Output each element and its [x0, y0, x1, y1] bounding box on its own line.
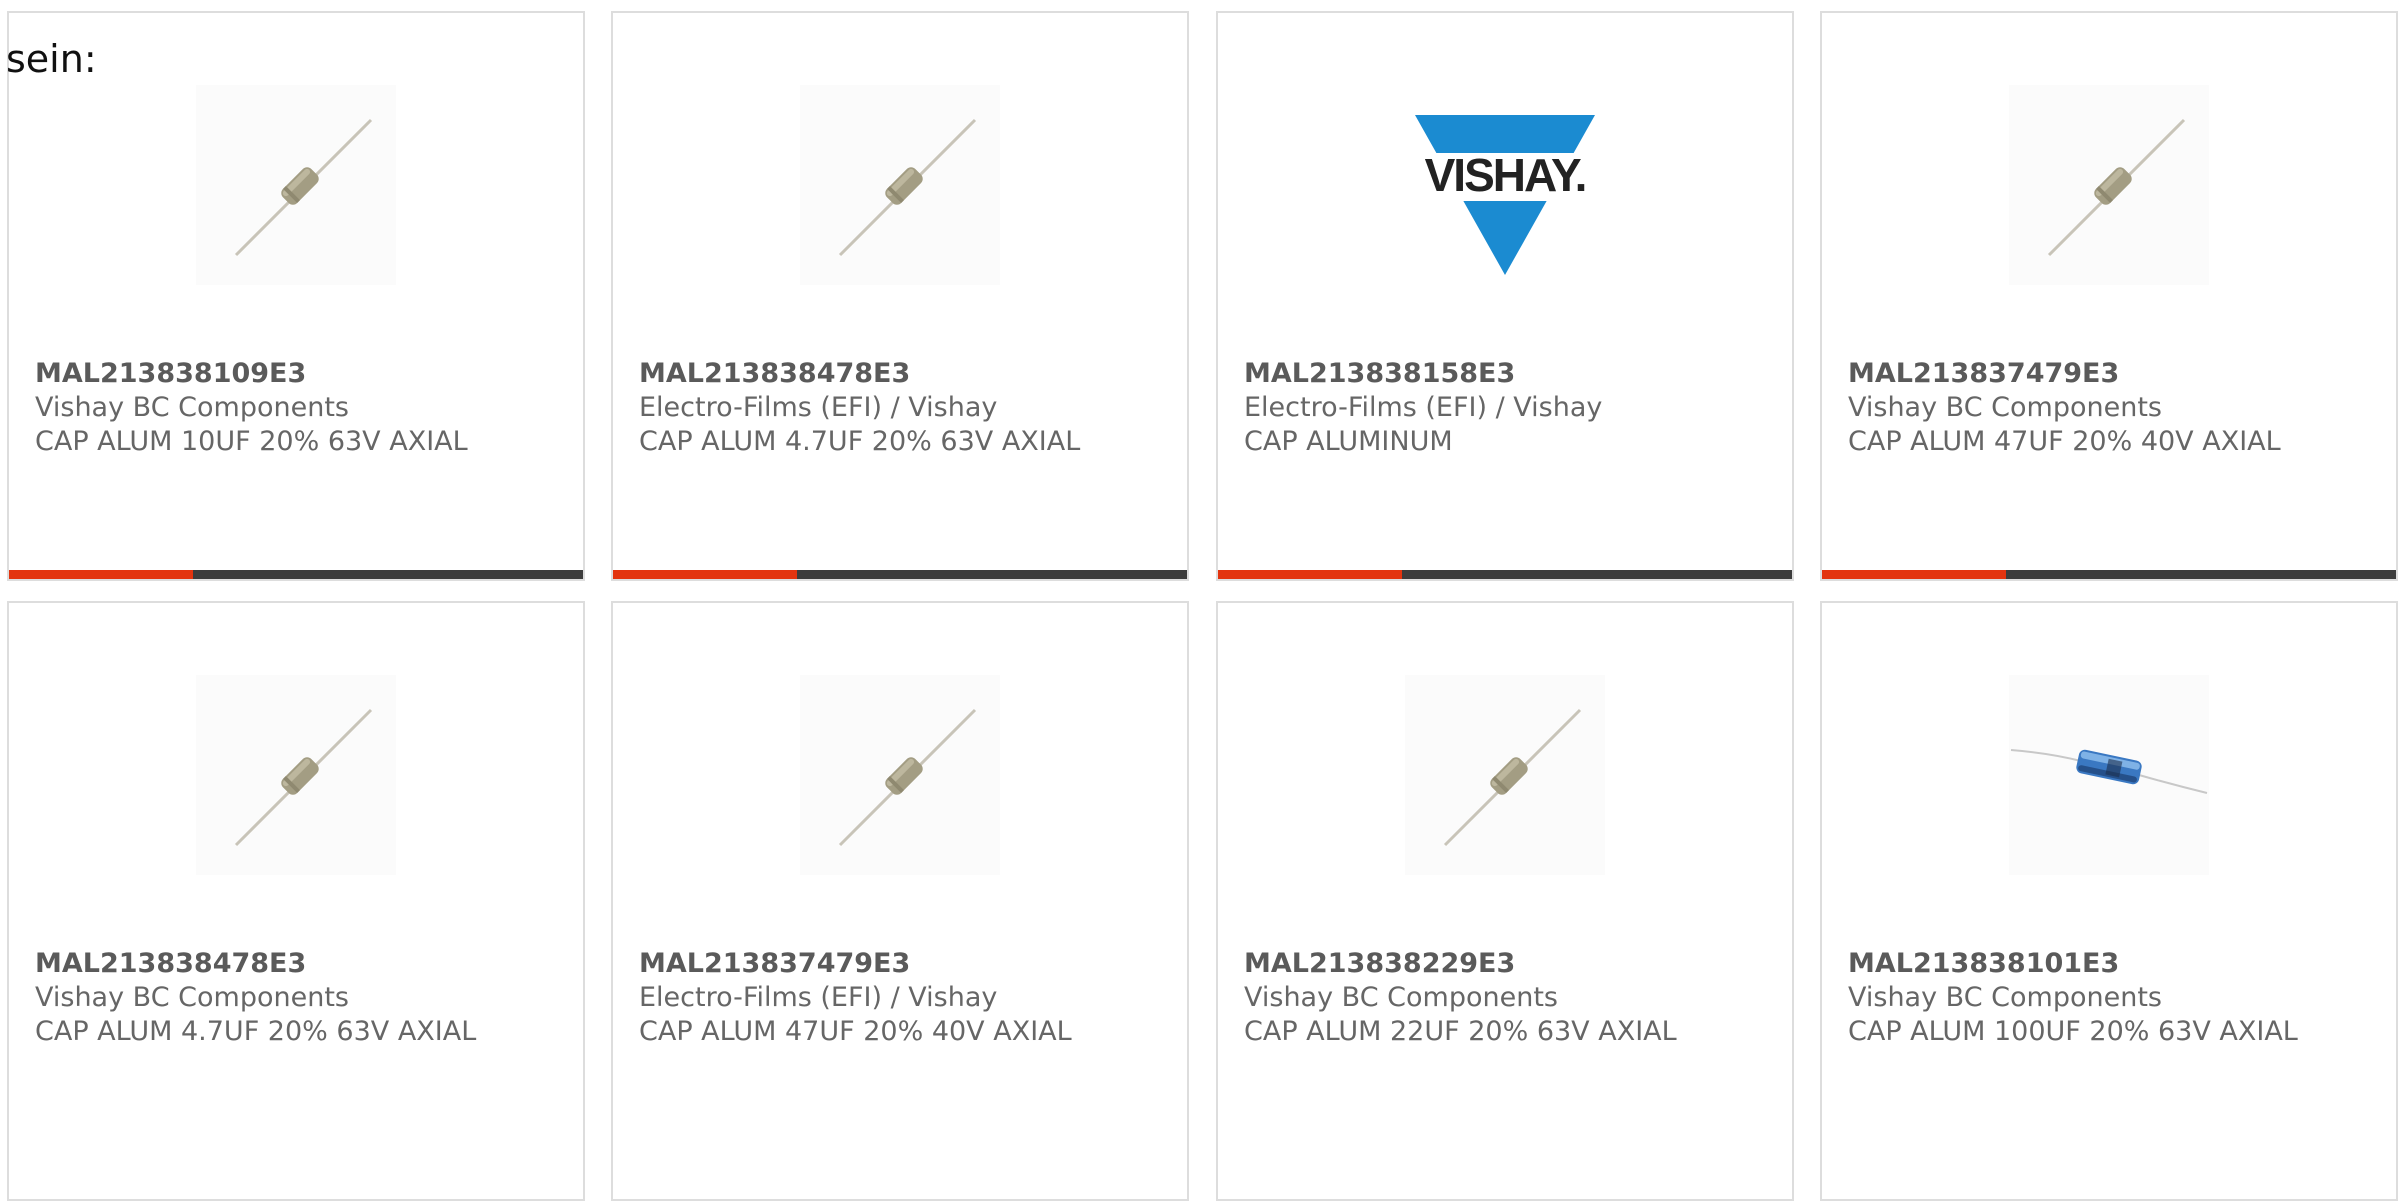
- description: CAP ALUM 100UF 20% 63V AXIAL: [1848, 1016, 2298, 1047]
- description: CAP ALUM 4.7UF 20% 63V AXIAL: [35, 1016, 477, 1047]
- part-number[interactable]: MAL213838478E3: [639, 357, 1167, 391]
- manufacturer: Electro-Films (EFI) / Vishay: [639, 392, 998, 423]
- vishay-logo: VISHAY.: [1405, 93, 1605, 293]
- part-number[interactable]: MAL213838478E3: [35, 947, 563, 981]
- part-number[interactable]: MAL213838101E3: [1848, 947, 2376, 981]
- description: CAP ALUM 47UF 20% 40V AXIAL: [1848, 426, 2281, 457]
- axial-capacitor-beige-icon: [2009, 85, 2209, 285]
- description: CAP ALUM 10UF 20% 63V AXIAL: [35, 426, 468, 457]
- product-card[interactable]: MAL213838478E3 Electro-Films (EFI) / Vis…: [611, 11, 1189, 581]
- manufacturer: Vishay BC Components: [35, 982, 349, 1013]
- product-card[interactable]: MAL213837479E3 Electro-Films (EFI) / Vis…: [611, 601, 1189, 1201]
- description: CAP ALUM 22UF 20% 63V AXIAL: [1244, 1016, 1677, 1047]
- manufacturer: Vishay BC Components: [35, 392, 349, 423]
- axial-capacitor-beige-icon: [800, 675, 1000, 875]
- product-card[interactable]: MAL213838101E3 Vishay BC Components CAP …: [1820, 601, 2398, 1201]
- card-accent-bar: [1822, 570, 2396, 579]
- product-info: MAL213838478E3 Electro-Films (EFI) / Vis…: [639, 357, 1167, 459]
- product-info: MAL213838158E3 Electro-Films (EFI) / Vis…: [1244, 357, 1772, 459]
- product-info: MAL213838101E3 Vishay BC Components CAP …: [1848, 947, 2376, 1049]
- product-card[interactable]: VISHAY. MAL213838158E3 Electro-Films (EF…: [1216, 11, 1794, 581]
- card-accent-bar: [613, 570, 1187, 579]
- axial-capacitor-beige-icon: [196, 85, 396, 285]
- card-accent-bar: [1218, 570, 1792, 579]
- manufacturer: Vishay BC Components: [1848, 982, 2162, 1013]
- axial-capacitor-beige-icon: [800, 85, 1000, 285]
- product-info: MAL213837479E3 Vishay BC Components CAP …: [1848, 357, 2376, 459]
- manufacturer: Vishay BC Components: [1244, 982, 1558, 1013]
- product-card[interactable]: MAL213838229E3 Vishay BC Components CAP …: [1216, 601, 1794, 1201]
- description: CAP ALUMINUM: [1244, 426, 1453, 457]
- description: CAP ALUM 4.7UF 20% 63V AXIAL: [639, 426, 1081, 457]
- product-card[interactable]: MAL213838478E3 Vishay BC Components CAP …: [7, 601, 585, 1201]
- description: CAP ALUM 47UF 20% 40V AXIAL: [639, 1016, 1072, 1047]
- manufacturer: Electro-Films (EFI) / Vishay: [639, 982, 998, 1013]
- part-number[interactable]: MAL213838158E3: [1244, 357, 1772, 391]
- product-info: MAL213837479E3 Electro-Films (EFI) / Vis…: [639, 947, 1167, 1049]
- card-accent-bar: [9, 570, 583, 579]
- axial-capacitor-blue-icon: [2009, 675, 2209, 875]
- intro-text: sein:: [6, 37, 97, 81]
- product-info: MAL213838109E3 Vishay BC Components CAP …: [35, 357, 563, 459]
- product-card[interactable]: MAL213837479E3 Vishay BC Components CAP …: [1820, 11, 2398, 581]
- part-number[interactable]: MAL213838229E3: [1244, 947, 1772, 981]
- axial-capacitor-beige-icon: [196, 675, 396, 875]
- product-info: MAL213838229E3 Vishay BC Components CAP …: [1244, 947, 1772, 1049]
- product-card[interactable]: MAL213838109E3 Vishay BC Components CAP …: [7, 11, 585, 581]
- part-number[interactable]: MAL213837479E3: [639, 947, 1167, 981]
- part-number[interactable]: MAL213838109E3: [35, 357, 563, 391]
- vishay-logo-text: VISHAY.: [1425, 149, 1586, 201]
- product-info: MAL213838478E3 Vishay BC Components CAP …: [35, 947, 563, 1049]
- manufacturer: Electro-Films (EFI) / Vishay: [1244, 392, 1603, 423]
- manufacturer: Vishay BC Components: [1848, 392, 2162, 423]
- part-number[interactable]: MAL213837479E3: [1848, 357, 2376, 391]
- axial-capacitor-beige-icon: [1405, 675, 1605, 875]
- product-grid: MAL213838109E3 Vishay BC Components CAP …: [0, 0, 2400, 1201]
